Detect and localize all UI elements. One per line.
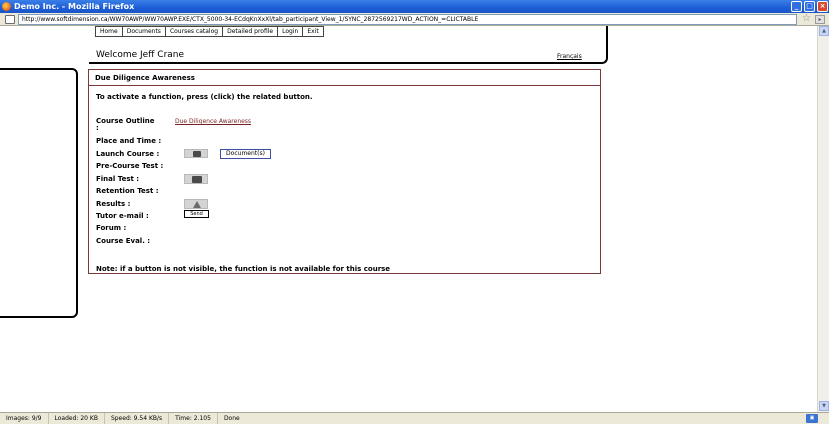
- course-title-row: Due Diligence Awareness: [89, 70, 600, 86]
- firefox-icon: [2, 2, 11, 11]
- retention-test-label: Retention Test :: [96, 187, 159, 195]
- address-bar: http://www.softdimension.ca/WW70AWP/WW70…: [0, 13, 829, 26]
- course-outline-link[interactable]: Due Diligence Awareness: [175, 118, 251, 125]
- go-icon[interactable]: ▸: [815, 15, 825, 24]
- test-icon: [192, 176, 202, 183]
- nav-home[interactable]: Home: [96, 27, 123, 36]
- page-icon: [5, 15, 15, 24]
- vertical-scrollbar[interactable]: ▲ ▼: [817, 26, 829, 412]
- pre-course-test-label: Pre-Course Test :: [96, 162, 164, 170]
- window-title-bar: Demo Inc. - Mozilla Firefox _ □ ×: [0, 0, 829, 13]
- status-speed: Speed: 9.54 KB/s: [105, 413, 170, 424]
- course-eval-label: Course Eval. :: [96, 237, 151, 245]
- scroll-down-icon[interactable]: ▼: [819, 401, 829, 411]
- instructions-text: To activate a function, press (click) th…: [96, 93, 313, 101]
- nav-login[interactable]: Login: [278, 27, 304, 36]
- launch-icon: [193, 151, 201, 157]
- status-tray-icon[interactable]: ▣: [806, 414, 818, 423]
- language-link[interactable]: Français: [557, 53, 582, 60]
- forum-label: Forum :: [96, 224, 127, 232]
- tutor-email-button[interactable]: Send: [184, 210, 209, 218]
- status-time: Time: 2.105: [169, 413, 218, 424]
- course-outline-label: Course Outline: [96, 117, 155, 125]
- course-outline-colon: :: [96, 124, 99, 132]
- nav-documents[interactable]: Documents: [123, 27, 166, 36]
- nav-detailed-profile[interactable]: Detailed profile: [223, 27, 279, 36]
- final-test-label: Final Test :: [96, 175, 140, 183]
- minimize-button[interactable]: _: [791, 1, 802, 12]
- bookmark-star-icon[interactable]: ☆: [802, 13, 811, 25]
- status-loaded: Loaded: 20 KB: [49, 413, 105, 424]
- results-label: Results :: [96, 200, 131, 208]
- status-bar: Images: 9/9 Loaded: 20 KB Speed: 9.54 KB…: [0, 412, 829, 424]
- close-button[interactable]: ×: [817, 1, 828, 12]
- nav-exit[interactable]: Exit: [303, 27, 322, 36]
- scroll-up-icon[interactable]: ▲: [819, 26, 829, 36]
- results-button[interactable]: [184, 199, 208, 209]
- welcome-message: Welcome Jeff Crane: [96, 50, 185, 60]
- documents-button[interactable]: Document(s): [220, 149, 271, 159]
- launch-course-label: Launch Course :: [96, 150, 160, 158]
- window-title: Demo Inc. - Mozilla Firefox: [14, 2, 135, 11]
- status-done: Done: [223, 415, 240, 422]
- left-panel: [0, 68, 78, 318]
- final-test-button[interactable]: [184, 174, 208, 184]
- course-title: Due Diligence Awareness: [95, 74, 195, 82]
- page-content: Home Documents Courses catalog Detailed …: [0, 26, 817, 412]
- availability-note: Note: if a button is not visible, the fu…: [96, 265, 391, 273]
- top-nav: Home Documents Courses catalog Detailed …: [95, 26, 324, 37]
- url-input[interactable]: http://www.softdimension.ca/WW70AWP/WW70…: [18, 14, 797, 25]
- launch-course-button[interactable]: [184, 149, 208, 158]
- tutor-email-label: Tutor e-mail :: [96, 212, 149, 220]
- maximize-button[interactable]: □: [804, 1, 815, 12]
- nav-courses-catalog[interactable]: Courses catalog: [166, 27, 224, 36]
- status-images: Images: 9/9: [0, 413, 49, 424]
- place-time-label: Place and Time :: [96, 137, 162, 145]
- results-icon: [193, 201, 201, 208]
